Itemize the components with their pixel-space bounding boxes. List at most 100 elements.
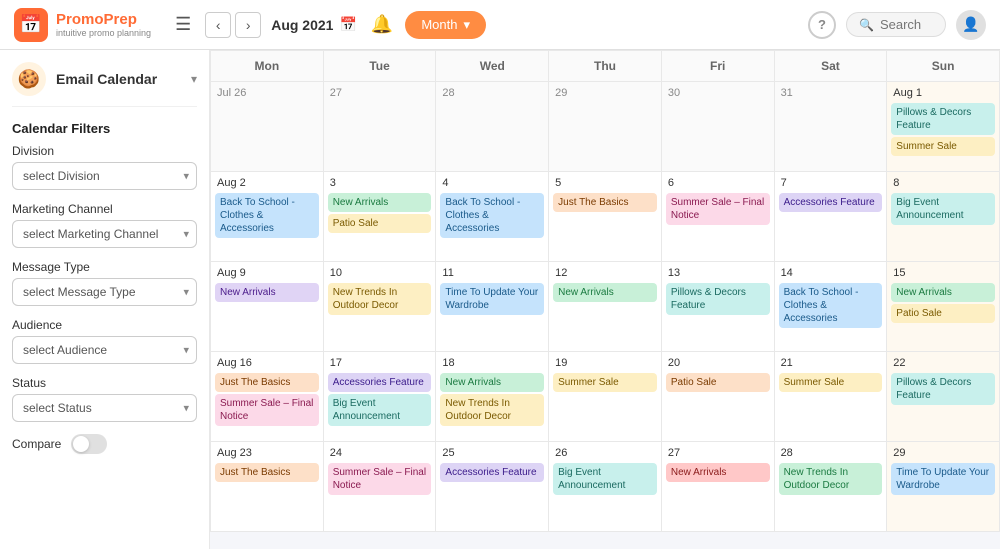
calendar-grid: Mon Tue Wed Thu Fri Sat Sun <box>210 50 1000 82</box>
date-label: 15 <box>891 266 995 280</box>
date-label: 25 <box>440 446 544 460</box>
col-header-wed: Wed <box>436 51 549 82</box>
event-pill[interactable]: Summer Sale <box>779 373 883 392</box>
calendar-cell: 19Summer Sale <box>549 352 662 442</box>
audience-select[interactable]: select Audience <box>12 336 197 364</box>
filter-label-audience: Audience <box>12 318 197 332</box>
calendar-body: Jul 262728293031Aug 1Pillows & Decors Fe… <box>210 82 1000 532</box>
date-label: 26 <box>553 446 657 460</box>
compare-row: Compare <box>12 434 197 454</box>
calendar-cell: 14Back To School - Clothes & Accessories <box>775 262 888 352</box>
event-pill[interactable]: Accessories Feature <box>779 193 883 212</box>
date-label: 30 <box>666 86 770 100</box>
message-select[interactable]: select Message Type <box>12 278 197 306</box>
event-pill[interactable]: Patio Sale <box>666 373 770 392</box>
calendar-cell: 7Accessories Feature <box>775 172 888 262</box>
event-pill[interactable]: New Trends In Outdoor Decor <box>328 283 432 315</box>
month-view-button[interactable]: Month ▾ <box>405 11 486 39</box>
main-content: 🍪 Email Calendar ▾ Calendar Filters Divi… <box>0 50 1000 549</box>
event-pill[interactable]: Back To School - Clothes & Accessories <box>779 283 883 328</box>
event-pill[interactable]: New Arrivals <box>891 283 995 302</box>
event-pill[interactable]: Just The Basics <box>553 193 657 212</box>
calendar-cell: 12New Arrivals <box>549 262 662 352</box>
calendar-cell: 10New Trends In Outdoor Decor <box>324 262 437 352</box>
event-pill[interactable]: Patio Sale <box>328 214 432 233</box>
calendar-cell: Aug 9New Arrivals <box>211 262 324 352</box>
app-header: 📅 PromoPrep intuitive promo planning ☰ ‹… <box>0 0 1000 50</box>
calendar-cell: 8Big Event Announcement <box>887 172 1000 262</box>
event-pill[interactable]: Pillows & Decors Feature <box>891 373 995 405</box>
event-pill[interactable]: Time To Update Your Wardrobe <box>891 463 995 495</box>
logo-area: 📅 PromoPrep intuitive promo planning <box>14 8 151 42</box>
col-header-sat: Sat <box>775 51 888 82</box>
event-pill[interactable]: Back To School - Clothes & Accessories <box>215 193 319 238</box>
calendar-cell: Aug 2Back To School - Clothes & Accessor… <box>211 172 324 262</box>
event-pill[interactable]: Just The Basics <box>215 463 319 482</box>
event-pill[interactable]: Summer Sale – Final Notice <box>215 394 319 426</box>
event-pill[interactable]: Summer Sale <box>891 137 995 156</box>
user-avatar[interactable]: 👤 <box>956 10 986 40</box>
logo-subtitle: intuitive promo planning <box>56 28 151 38</box>
filter-group-audience: Audience select Audience <box>12 318 197 364</box>
date-label: 13 <box>666 266 770 280</box>
sidebar-chevron-icon[interactable]: ▾ <box>191 72 197 86</box>
marketing-select[interactable]: select Marketing Channel <box>12 220 197 248</box>
help-button[interactable]: ? <box>808 11 836 39</box>
bell-button[interactable]: 🔔 <box>371 14 393 35</box>
compare-toggle[interactable] <box>71 434 107 454</box>
calendar-cell: 11Time To Update Your Wardrobe <box>436 262 549 352</box>
calendar-cell: 31 <box>775 82 888 172</box>
event-pill[interactable]: Pillows & Decors Feature <box>666 283 770 315</box>
event-pill[interactable]: New Trends In Outdoor Decor <box>440 394 544 426</box>
date-label: 28 <box>779 446 883 460</box>
filter-label-marketing: Marketing Channel <box>12 202 197 216</box>
date-label: 29 <box>891 446 995 460</box>
calendar-cell: 27 <box>324 82 437 172</box>
event-pill[interactable]: New Arrivals <box>328 193 432 212</box>
event-pill[interactable]: New Arrivals <box>553 283 657 302</box>
calendar-cell: 15 New Arrivals Patio Sale <box>887 262 1000 352</box>
date-label: 6 <box>666 176 770 190</box>
date-label: 17 <box>328 356 432 370</box>
event-pill[interactable]: Time To Update Your Wardrobe <box>440 283 544 315</box>
date-label: 29 <box>553 86 657 100</box>
event-pill[interactable]: Accessories Feature <box>328 373 432 392</box>
calendar-icon[interactable]: 📅 <box>339 16 356 33</box>
calendar-cell: 22Pillows & Decors Feature <box>887 352 1000 442</box>
sidebar-title: Email Calendar <box>56 71 157 87</box>
event-pill[interactable]: Just The Basics <box>215 373 319 392</box>
calendar-cell: Aug 1Pillows & Decors FeatureSummer Sale <box>887 82 1000 172</box>
division-select-wrapper: select Division <box>12 162 197 190</box>
next-button[interactable]: › <box>235 12 261 38</box>
filter-group-status: Status select Status <box>12 376 197 422</box>
calendar-cell: 30 <box>662 82 775 172</box>
search-input[interactable] <box>880 17 940 32</box>
event-pill[interactable]: Big Event Announcement <box>553 463 657 495</box>
event-pill[interactable]: Patio Sale <box>891 304 995 323</box>
division-select[interactable]: select Division <box>12 162 197 190</box>
event-pill[interactable]: Big Event Announcement <box>891 193 995 225</box>
event-pill[interactable]: New Arrivals <box>440 373 544 392</box>
event-pill[interactable]: Summer Sale <box>553 373 657 392</box>
date-label: 28 <box>440 86 544 100</box>
col-header-fri: Fri <box>662 51 775 82</box>
status-select[interactable]: select Status <box>12 394 197 422</box>
event-pill[interactable]: New Arrivals <box>666 463 770 482</box>
event-pill[interactable]: Accessories Feature <box>440 463 544 482</box>
col-header-tue: Tue <box>324 51 437 82</box>
calendar-cell: 6 Summer Sale – Final Notice <box>662 172 775 262</box>
date-label: Aug 23 <box>215 446 319 460</box>
event-pill[interactable]: Big Event Announcement <box>328 394 432 426</box>
calendar-cell: 17 Accessories Feature Big Event Announcem… <box>324 352 437 442</box>
event-pill[interactable]: Pillows & Decors Feature <box>891 103 995 135</box>
event-pill[interactable]: Back To School - Clothes & Accessories <box>440 193 544 238</box>
event-pill[interactable]: Summer Sale – Final Notice <box>328 463 432 495</box>
calendar-cell: 21Summer Sale <box>775 352 888 442</box>
hamburger-icon[interactable]: ☰ <box>171 10 195 39</box>
event-pill[interactable]: New Arrivals <box>215 283 319 302</box>
logo-text: PromoPrep intuitive promo planning <box>56 11 151 38</box>
status-select-wrapper: select Status <box>12 394 197 422</box>
event-pill[interactable]: New Trends In Outdoor Decor <box>779 463 883 495</box>
prev-button[interactable]: ‹ <box>205 12 231 38</box>
event-pill[interactable]: Summer Sale – Final Notice <box>666 193 770 225</box>
